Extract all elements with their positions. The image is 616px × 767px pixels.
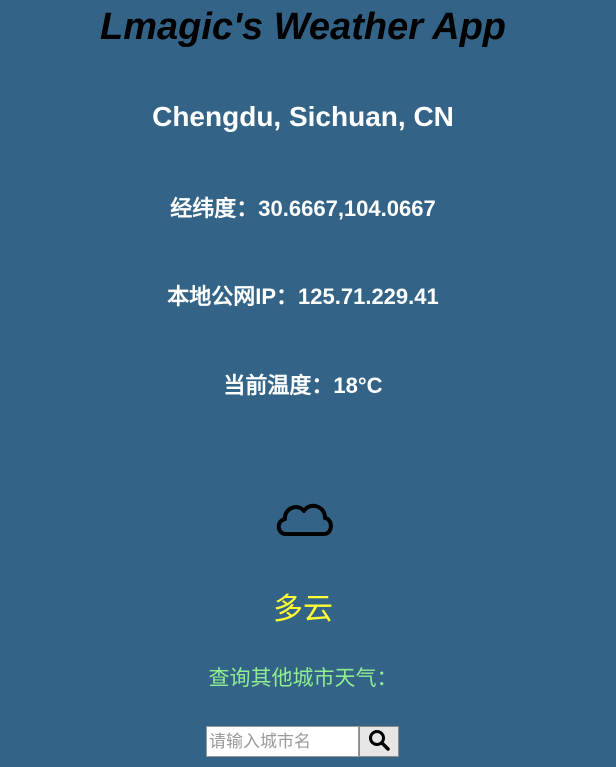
- search-icon: [368, 729, 390, 754]
- city-search-input[interactable]: [206, 726, 359, 757]
- weather-condition: 多云: [273, 593, 333, 626]
- cloud-icon: [274, 494, 334, 542]
- query-other-city-label: 查询其他城市天气：: [208, 667, 398, 690]
- temperature-text: 当前温度：18°C: [223, 373, 383, 398]
- public-ip-text: 本地公网IP：125.71.229.41: [167, 284, 439, 309]
- search-button[interactable]: [359, 726, 399, 757]
- app-title: Lmagic's Weather App: [99, 6, 506, 48]
- coordinates-text: 经纬度：30.6667,104.0667: [170, 196, 436, 221]
- location-name: Chengdu, Sichuan, CN: [152, 101, 454, 132]
- city-search-form: [206, 726, 399, 757]
